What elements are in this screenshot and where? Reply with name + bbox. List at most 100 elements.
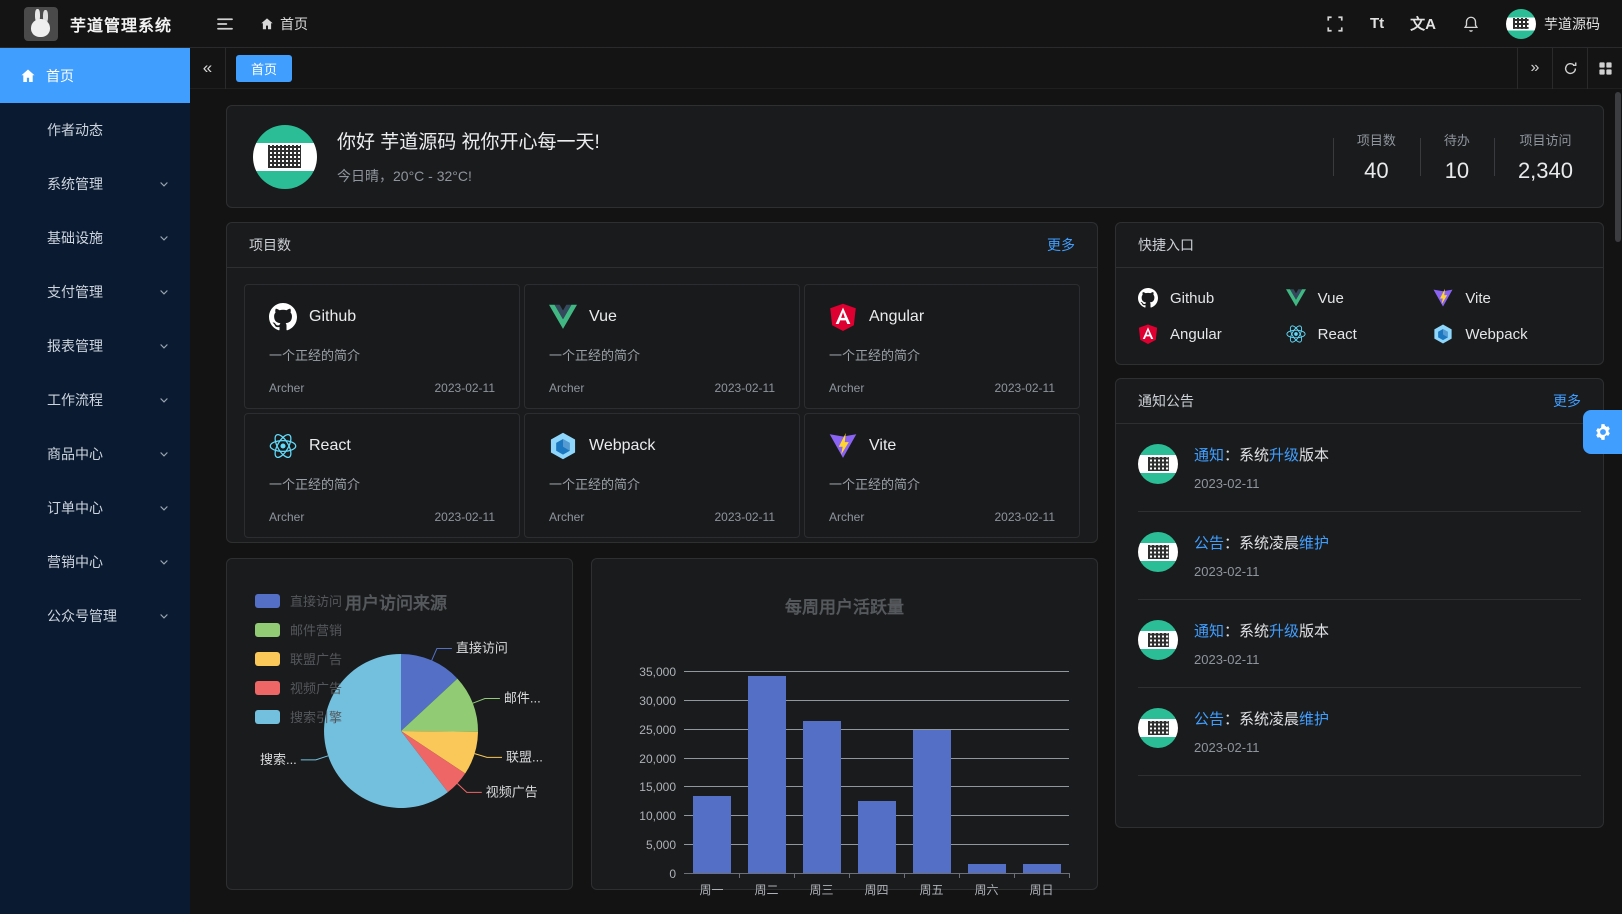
- sidebar-item[interactable]: 首页: [0, 48, 190, 103]
- home-icon: [260, 17, 274, 31]
- tabs-expand-right-icon[interactable]: »: [1517, 48, 1552, 89]
- tabs-collapse-left-icon[interactable]: «: [190, 48, 226, 89]
- bell-icon[interactable]: [1462, 15, 1480, 33]
- sidebar-item[interactable]: 系统管理: [0, 157, 190, 211]
- y-axis-label: 15,000: [596, 780, 676, 794]
- sidebar-item[interactable]: 公众号管理: [0, 589, 190, 643]
- project-date: 2023-02-11: [995, 510, 1056, 524]
- main-content: 你好 芋道源码 祝你开心每一天! 今日晴，20°C - 32°C! 项目数 40…: [190, 89, 1622, 914]
- axis-tick: [1014, 873, 1015, 878]
- project-card[interactable]: Vite 一个正经的简介 Archer 2023-02-11: [804, 413, 1080, 538]
- project-name: React: [309, 437, 351, 455]
- legend-swatch: [255, 594, 280, 608]
- project-card[interactable]: Webpack 一个正经的简介 Archer 2023-02-11: [524, 413, 800, 538]
- legend-item[interactable]: 直接访问: [255, 591, 342, 610]
- shortcut-label: Angular: [1170, 326, 1222, 343]
- shortcut-item[interactable]: Vue: [1286, 288, 1434, 308]
- sidebar: 首页 作者动态 系统管理 基础设施: [0, 48, 190, 914]
- webpack-icon: [549, 432, 577, 460]
- bar[interactable]: [693, 796, 731, 873]
- bar-chart: 每周用户活跃量 05,00010,00015,00020,00025,00030…: [591, 558, 1098, 890]
- notice-avatar: [1138, 708, 1178, 748]
- tab-home[interactable]: 首页: [236, 55, 292, 82]
- greeting-card: 你好 芋道源码 祝你开心每一天! 今日晴，20°C - 32°C! 项目数 40…: [226, 105, 1604, 208]
- bar[interactable]: [968, 864, 1006, 873]
- tab-actions: »: [1517, 48, 1622, 89]
- bar[interactable]: [858, 801, 896, 873]
- shortcut-item[interactable]: Angular: [1138, 324, 1286, 344]
- project-card[interactable]: Github 一个正经的简介 Archer 2023-02-11: [244, 284, 520, 409]
- stat-value: 40: [1357, 158, 1396, 184]
- pie-label: 视频广告: [486, 784, 538, 799]
- language-icon[interactable]: 文A: [1410, 13, 1436, 34]
- shortcut-item[interactable]: Github: [1138, 288, 1286, 308]
- legend-item[interactable]: 联盟广告: [255, 649, 342, 668]
- breadcrumb[interactable]: 首页: [260, 14, 308, 34]
- notice-item[interactable]: 公告：系统凌晨维护 2023-02-11: [1138, 688, 1581, 776]
- legend-item[interactable]: 邮件营销: [255, 620, 342, 639]
- sidebar-item-label: 系统管理: [47, 174, 103, 194]
- stat-label: 项目访问: [1518, 130, 1573, 149]
- project-desc: 一个正经的简介: [269, 474, 495, 493]
- shortcut-item[interactable]: React: [1286, 324, 1434, 344]
- x-axis-line: [684, 873, 1069, 874]
- project-card[interactable]: Angular 一个正经的简介 Archer 2023-02-11: [804, 284, 1080, 409]
- bar[interactable]: [748, 676, 786, 873]
- sidebar-item[interactable]: 工作流程: [0, 373, 190, 427]
- axis-tick: [794, 873, 795, 878]
- shortcut-item[interactable]: Vite: [1433, 288, 1581, 308]
- y-axis-label: 30,000: [596, 694, 676, 708]
- projects-more-link[interactable]: 更多: [1047, 235, 1075, 255]
- gridline: [684, 786, 1069, 787]
- sidebar-item[interactable]: 订单中心: [0, 481, 190, 535]
- y-axis-label: 35,000: [596, 665, 676, 679]
- notice-item[interactable]: 通知：系统升级版本 2023-02-11: [1138, 600, 1581, 688]
- project-date: 2023-02-11: [435, 381, 496, 395]
- sidebar-item[interactable]: 支付管理: [0, 265, 190, 319]
- notices-more-link[interactable]: 更多: [1553, 391, 1581, 411]
- legend-item[interactable]: 搜索引擎: [255, 707, 342, 726]
- greeting-title: 你好 芋道源码 祝你开心每一天!: [337, 127, 600, 154]
- pie-chart-title: 用户访问来源: [345, 589, 447, 614]
- notices-card: 通知公告 更多 通知：系统升级版本 2023-02-11: [1115, 378, 1604, 828]
- bar[interactable]: [803, 721, 841, 873]
- sidebar-item[interactable]: 报表管理: [0, 319, 190, 373]
- greeting-stats: 项目数 40 待办 10 项目访问 2,340: [1333, 130, 1577, 184]
- bar[interactable]: [913, 730, 951, 873]
- project-card[interactable]: React 一个正经的简介 Archer 2023-02-11: [244, 413, 520, 538]
- project-desc: 一个正经的简介: [829, 345, 1055, 364]
- project-card[interactable]: Vue 一个正经的简介 Archer 2023-02-11: [524, 284, 800, 409]
- menu-collapse-icon[interactable]: [216, 15, 234, 33]
- sidebar-item[interactable]: 商品中心: [0, 427, 190, 481]
- sidebar-item[interactable]: 营销中心: [0, 535, 190, 589]
- scrollbar-thumb[interactable]: [1615, 92, 1621, 242]
- notice-item[interactable]: 公告：系统凌晨维护 2023-02-11: [1138, 512, 1581, 600]
- projects-title: 项目数: [249, 235, 291, 255]
- project-author: Archer: [829, 381, 864, 395]
- user-menu[interactable]: 芋道源码: [1506, 9, 1600, 39]
- font-size-icon[interactable]: Tt: [1370, 15, 1384, 32]
- project-desc: 一个正经的简介: [549, 345, 775, 364]
- sidebar-item[interactable]: 基础设施: [0, 211, 190, 265]
- settings-gear-button[interactable]: [1583, 410, 1622, 454]
- sidebar-item[interactable]: 作者动态: [0, 103, 190, 157]
- shortcut-label: React: [1318, 326, 1357, 343]
- layout-grid-icon[interactable]: [1587, 48, 1622, 89]
- notice-text-segment: 升级: [1269, 623, 1299, 640]
- app-logo: [24, 7, 58, 41]
- axis-tick: [849, 873, 850, 878]
- notice-text: 公告：系统凌晨维护: [1194, 708, 1329, 729]
- y-axis-label: 10,000: [596, 809, 676, 823]
- refresh-icon[interactable]: [1552, 48, 1587, 89]
- shortcut-item[interactable]: Webpack: [1433, 324, 1581, 344]
- legend-item[interactable]: 视频广告: [255, 678, 342, 697]
- notice-date: 2023-02-11: [1194, 476, 1329, 491]
- app-title: 芋道管理系统: [70, 12, 172, 36]
- fullscreen-icon[interactable]: [1326, 15, 1344, 33]
- bar[interactable]: [1023, 864, 1061, 873]
- angular-icon: [829, 303, 857, 331]
- gridline: [684, 729, 1069, 730]
- notice-text-segment: 维护: [1299, 711, 1329, 728]
- pie-label-line: [457, 784, 482, 793]
- notice-item[interactable]: 通知：系统升级版本 2023-02-11: [1138, 424, 1581, 512]
